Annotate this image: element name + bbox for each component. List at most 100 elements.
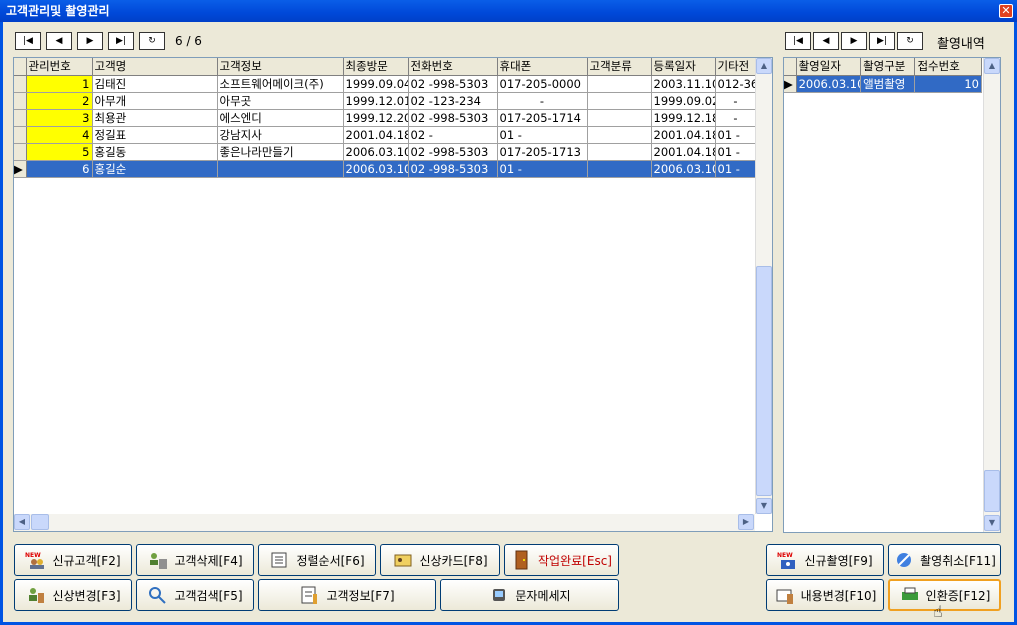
registered-date-cell[interactable]: 1999.12.18 xyxy=(651,109,716,127)
certificate-button[interactable]: 인환증[F12] xyxy=(888,579,1001,611)
mobile-cell[interactable]: 017-205-1713 xyxy=(497,143,588,161)
customer-grid[interactable]: 관리번호 고객명 고객정보 최종방문 전화번호 휴대폰 고객분류 등록일자 기타… xyxy=(13,57,773,532)
customer-id-cell[interactable]: 3 xyxy=(26,109,93,127)
last-visit-cell[interactable]: 1999.12.01 xyxy=(343,92,409,110)
change-info-button[interactable]: 신상변경[F3] xyxy=(14,579,132,611)
mobile-cell[interactable]: - xyxy=(497,92,588,110)
next-record-button[interactable]: ▶ xyxy=(77,32,103,50)
customer-info-cell[interactable]: 강남지사 xyxy=(217,126,344,144)
last-visit-cell[interactable]: 2006.03.10 xyxy=(343,160,409,178)
table-row[interactable]: 3 최용관 에스엔디 1999.12.20 02 -998-5303 017-205-17… xyxy=(14,109,757,127)
scroll-down-icon[interactable]: ▼ xyxy=(756,498,772,514)
new-customer-button[interactable]: NEW 신규고객[F2] xyxy=(14,544,132,576)
col-header[interactable]: 고객정보 xyxy=(217,58,344,76)
last-visit-cell[interactable]: 2006.03.10 xyxy=(343,143,409,161)
col-header[interactable]: 접수번호 xyxy=(914,58,982,76)
registered-date-cell[interactable]: 2006.03.10 xyxy=(651,160,716,178)
category-cell[interactable] xyxy=(587,160,652,178)
col-header[interactable]: 관리번호 xyxy=(26,58,93,76)
customer-name-cell[interactable]: 아무개 xyxy=(92,92,218,110)
scroll-thumb[interactable] xyxy=(756,266,772,496)
customer-name-cell[interactable]: 홍길동 xyxy=(92,143,218,161)
table-row[interactable]: 5 홍길동 좋은나라만들기 2006.03.10 02 -998-5303 017-205… xyxy=(14,143,757,161)
customer-info-cell[interactable]: 아무곳 xyxy=(217,92,344,110)
shoot-vscroll[interactable]: ▲ ▼ xyxy=(983,58,1000,532)
customer-name-cell[interactable]: 정길표 xyxy=(92,126,218,144)
shoot-grid[interactable]: 촬영일자 촬영구분 접수번호 ▶ 2006.03.10 앨범촬영 10 ▲ ▼ xyxy=(783,57,1001,533)
customer-info-cell[interactable] xyxy=(217,160,344,178)
etc-cell[interactable]: - xyxy=(715,92,757,110)
first-record-button[interactable]: |◀ xyxy=(15,32,41,50)
shoot-type[interactable]: 앨범촬영 xyxy=(860,75,916,93)
phone-cell[interactable]: 02 -123-234 xyxy=(408,92,498,110)
finish-work-button[interactable]: 작업완료[Esc] xyxy=(504,544,619,576)
category-cell[interactable] xyxy=(587,126,652,144)
category-cell[interactable] xyxy=(587,109,652,127)
phone-cell[interactable]: 02 -998-5303 xyxy=(408,75,498,93)
col-header[interactable]: 전화번호 xyxy=(408,58,498,76)
customer-info-cell[interactable]: 좋은나라만들기 xyxy=(217,143,344,161)
customer-name-cell[interactable]: 김태진 xyxy=(92,75,218,93)
customer-id-cell[interactable]: 1 xyxy=(26,75,93,93)
new-shoot-button[interactable]: NEW 신규촬영[F9] xyxy=(766,544,884,576)
phone-cell[interactable]: 02 -998-5303 xyxy=(408,160,498,178)
last-visit-cell[interactable]: 1999.12.20 xyxy=(343,109,409,127)
mobile-cell[interactable]: 017-205-0000 xyxy=(497,75,588,93)
shoot-first-button[interactable]: |◀ xyxy=(785,32,811,50)
phone-cell[interactable]: 02 - xyxy=(408,126,498,144)
table-row[interactable]: ▶ 6 홍길순 2006.03.10 02 -998-5303 01 -2006.03.1… xyxy=(14,160,757,178)
col-header[interactable]: 최종방문 xyxy=(343,58,409,76)
customer-hscroll[interactable]: ◀ ▶ xyxy=(14,514,755,531)
mobile-cell[interactable]: 017-205-1714 xyxy=(497,109,588,127)
category-cell[interactable] xyxy=(587,143,652,161)
category-cell[interactable] xyxy=(587,92,652,110)
last-visit-cell[interactable]: 1999.09.04 xyxy=(343,75,409,93)
customer-id-cell[interactable]: 6 xyxy=(26,160,93,178)
phone-cell[interactable]: 02 -998-5303 xyxy=(408,109,498,127)
customer-info-button[interactable]: 고객정보[F7] xyxy=(258,579,436,611)
customer-vscroll[interactable]: ▲ ▼ xyxy=(755,58,772,514)
customer-name-cell[interactable]: 홍길순 xyxy=(92,160,218,178)
col-header[interactable]: 촬영일자 xyxy=(796,58,862,76)
etc-cell[interactable]: 01 - xyxy=(715,126,757,144)
edit-content-button[interactable]: 내용변경[F10] xyxy=(766,579,884,611)
col-header[interactable]: 등록일자 xyxy=(651,58,716,76)
close-button[interactable]: ✕ xyxy=(999,4,1013,18)
search-customer-button[interactable]: 고객검색[F5] xyxy=(136,579,254,611)
customer-id-cell[interactable]: 5 xyxy=(26,143,93,161)
shoot-prev-button[interactable]: ◀ xyxy=(813,32,839,50)
etc-cell[interactable]: - xyxy=(715,109,757,127)
table-row[interactable]: 1 김태진 소프트웨어메이크(주) 1999.09.04 02 -998-5303 017… xyxy=(14,75,757,93)
scroll-up-icon[interactable]: ▲ xyxy=(756,58,772,74)
cancel-shoot-button[interactable]: 촬영취소[F11] xyxy=(888,544,1001,576)
customer-id-cell[interactable]: 2 xyxy=(26,92,93,110)
table-row[interactable]: 2 아무개 아무곳 1999.12.01 02 -123-234-1999.09.02- xyxy=(14,92,757,110)
last-visit-cell[interactable]: 2001.04.18 xyxy=(343,126,409,144)
col-header[interactable]: 고객분류 xyxy=(587,58,652,76)
col-header[interactable]: 촬영구분 xyxy=(860,58,916,76)
registered-date-cell[interactable]: 2001.04.18 xyxy=(651,143,716,161)
prev-record-button[interactable]: ◀ xyxy=(46,32,72,50)
shoot-next-button[interactable]: ▶ xyxy=(841,32,867,50)
table-row[interactable]: ▶ 2006.03.10 앨범촬영 10 xyxy=(784,75,982,93)
customer-info-cell[interactable]: 소프트웨어메이크(주) xyxy=(217,75,344,93)
registered-date-cell[interactable]: 2003.11.10 xyxy=(651,75,716,93)
etc-cell[interactable]: 01 - xyxy=(715,143,757,161)
scroll-right-icon[interactable]: ▶ xyxy=(738,514,754,530)
customer-name-cell[interactable]: 최용관 xyxy=(92,109,218,127)
customer-id-cell[interactable]: 4 xyxy=(26,126,93,144)
category-cell[interactable] xyxy=(587,75,652,93)
sort-order-button[interactable]: 정렬순서[F6] xyxy=(258,544,376,576)
refresh-button[interactable]: ↻ xyxy=(139,32,165,50)
shoot-last-button[interactable]: ▶| xyxy=(869,32,895,50)
personal-card-button[interactable]: 신상카드[F8] xyxy=(380,544,500,576)
delete-customer-button[interactable]: 고객삭제[F4] xyxy=(136,544,254,576)
receipt-number[interactable]: 10 xyxy=(914,75,982,93)
col-header[interactable]: 기타전 xyxy=(715,58,757,76)
hscroll-thumb[interactable] xyxy=(31,514,49,530)
scroll-thumb[interactable] xyxy=(984,470,1000,512)
scroll-down-icon[interactable]: ▼ xyxy=(984,515,1000,531)
mobile-cell[interactable]: 01 - xyxy=(497,160,588,178)
etc-cell[interactable]: 012-36 xyxy=(715,75,757,93)
mobile-cell[interactable]: 01 - xyxy=(497,126,588,144)
